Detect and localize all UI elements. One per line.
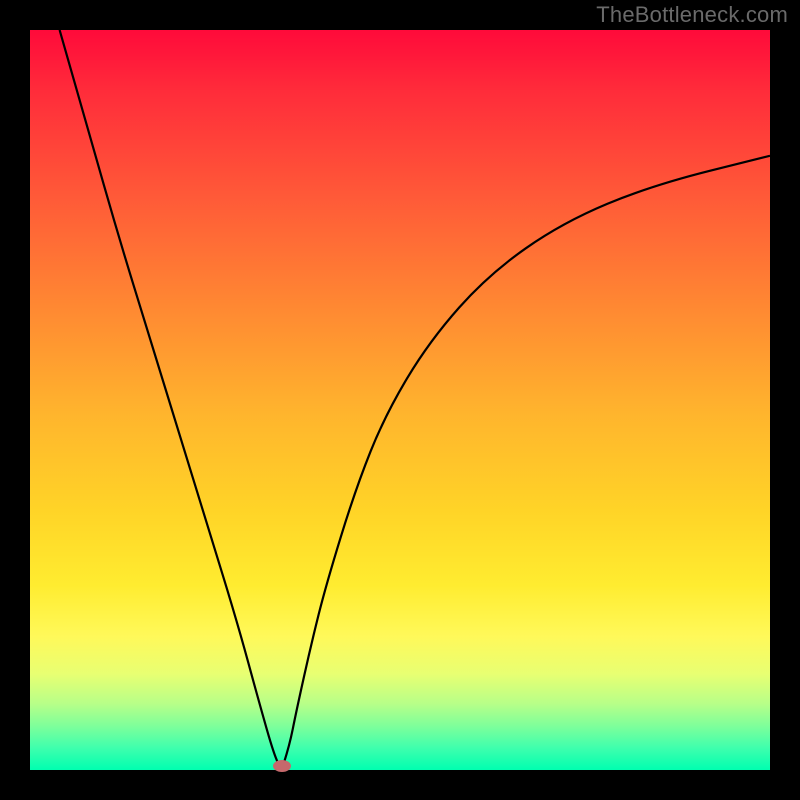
watermark-text: TheBottleneck.com (596, 2, 788, 28)
chart-frame: TheBottleneck.com (0, 0, 800, 800)
plot-gradient-background (30, 30, 770, 770)
optimal-point-marker (273, 760, 291, 772)
